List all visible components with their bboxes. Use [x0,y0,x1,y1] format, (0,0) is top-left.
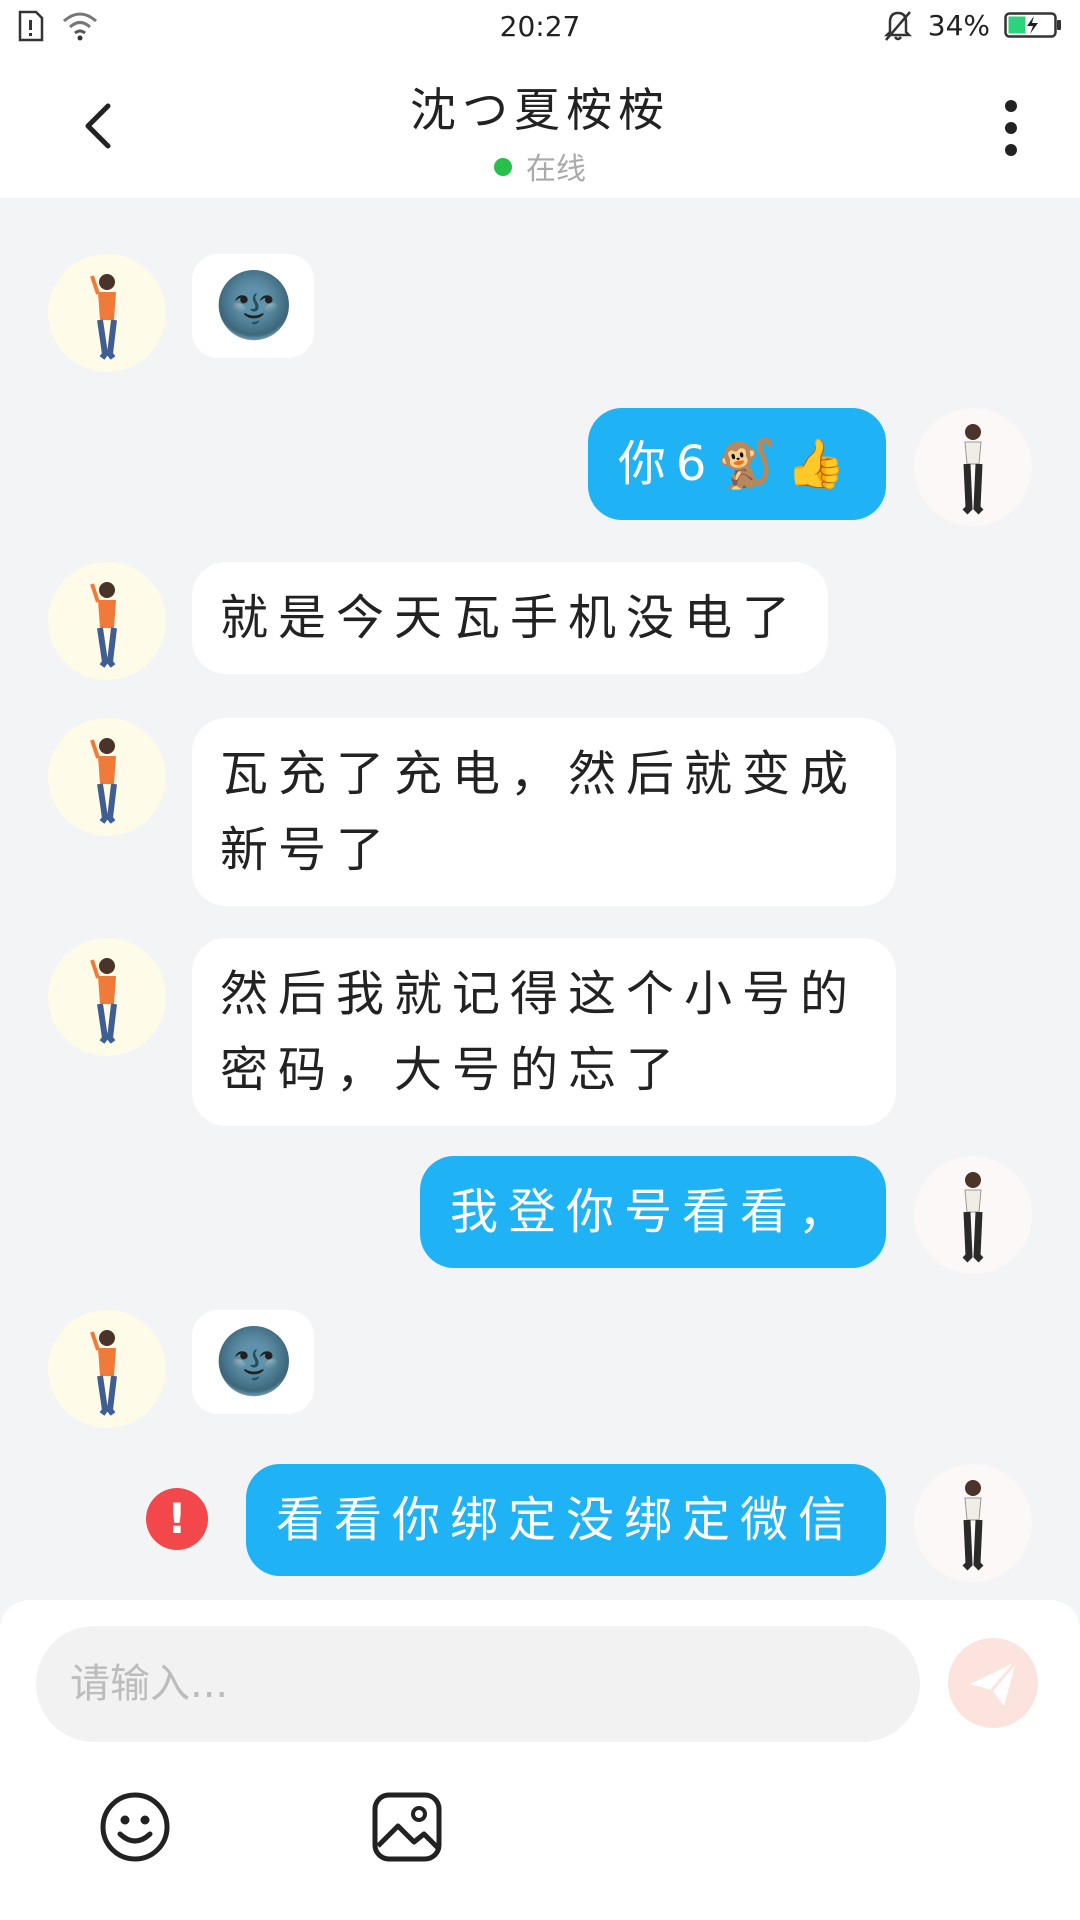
error-icon[interactable]: ! [146,1488,208,1550]
bell-muted-icon [883,11,912,41]
image-icon[interactable] [370,1790,444,1864]
message-text: 我登你号看看， [449,1184,856,1240]
status-icons-right: 34% [882,8,1062,42]
self-avatar-figure [962,424,984,515]
message-bubble-outgoing[interactable]: 我登你号看看， [419,1156,886,1268]
battery-percent: 34% [927,8,990,42]
message-emoji-bubble[interactable]: 🌚 [192,1310,314,1414]
message-text: 然后我就记得这个小号的密码，大号的忘了 [220,966,859,1098]
message-bubble-incoming[interactable]: 然后我就记得这个小号的密码，大号的忘了 [192,938,896,1126]
message-text: 看看你绑定没绑定微信 [275,1492,856,1548]
smiley-icon[interactable] [98,1790,172,1864]
message-emoji-bubble[interactable]: 🌚 [192,254,314,358]
contact-avatar[interactable] [48,938,166,1056]
paper-plane-icon [970,1661,1018,1706]
message-text: 瓦充了充电，然后就变成新号了 [220,746,859,878]
chat-header: 沈つ夏桉桉 在线 [0,56,1080,198]
message-list[interactable]: 🌚 你6🐒👍 就是今天瓦手机没电了 瓦充了充电，然后就变成新号了 然后我就记得这… [0,198,1080,1598]
contact-avatar-figure [90,274,117,360]
presence-label: 在线 [526,152,586,187]
message-bubble-incoming[interactable]: 瓦充了充电，然后就变成新号了 [192,718,896,906]
message-emoji: 🌚 [214,269,294,343]
status-bar: 20:27 34% [0,0,1080,56]
message-input[interactable] [36,1626,920,1742]
message-text: 就是今天瓦手机没电了 [220,590,801,646]
self-avatar-figure [962,1172,984,1263]
self-avatar[interactable] [914,408,1032,526]
message-bubble-outgoing[interactable]: 你6🐒👍 [587,408,886,520]
contact-avatar[interactable] [48,1310,166,1428]
contact-avatar-figure [90,582,117,668]
online-dot [494,157,512,176]
self-avatar[interactable] [914,1464,1032,1582]
message-bubble-outgoing-failed[interactable]: 看看你绑定没绑定微信 [245,1464,886,1576]
message-bubble-incoming[interactable]: 就是今天瓦手机没电了 [192,562,829,674]
self-avatar-figure [962,1480,984,1571]
more-vertical-icon[interactable] [996,98,1026,158]
contact-avatar[interactable] [48,562,166,680]
send-button[interactable] [948,1638,1038,1728]
contact-avatar[interactable] [48,718,166,836]
contact-name: 沈つ夏桉桉 [410,83,670,137]
message-emoji: 🌚 [214,1325,294,1399]
message-composer [0,1600,1080,1920]
message-text: 你6🐒👍 [617,436,856,492]
contact-avatar-figure [90,738,117,824]
contact-avatar-figure [90,958,117,1044]
battery-charging-icon [1004,12,1061,38]
self-avatar[interactable] [914,1156,1032,1274]
presence-status: 在线 [0,144,1080,188]
contact-avatar-figure [90,1330,117,1416]
contact-avatar[interactable] [48,254,166,372]
